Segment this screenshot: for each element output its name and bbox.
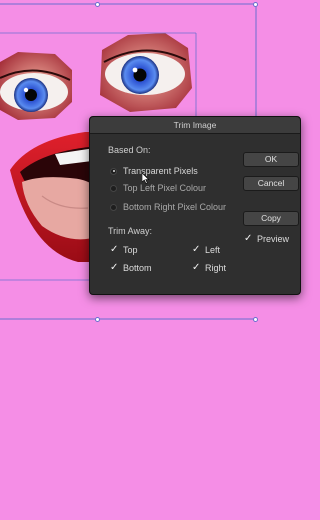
radio-button-selected[interactable] — [110, 167, 117, 175]
option-label: Transparent Pixels — [123, 166, 198, 176]
checkbox-preview[interactable]: ✓ Preview — [244, 234, 290, 245]
ok-button[interactable]: OK — [243, 152, 299, 167]
checkbox-label: Left — [205, 245, 221, 255]
option-top-left-pixel-colour[interactable]: Top Left Pixel Colour — [110, 183, 206, 193]
trim-image-dialog: Trim Image Based On: Transparent Pixels … — [89, 116, 301, 295]
copy-button[interactable]: Copy — [243, 211, 299, 226]
checkmark-icon[interactable]: ✓ — [110, 245, 118, 255]
dialog-title[interactable]: Trim Image — [90, 117, 300, 134]
checkbox-label: Top — [123, 245, 138, 255]
checkbox-label: Right — [205, 263, 227, 273]
option-label: Bottom Right Pixel Colour — [123, 202, 227, 212]
radio-button[interactable] — [110, 184, 117, 192]
checkmark-icon[interactable]: ✓ — [244, 234, 252, 244]
option-transparent-pixels[interactable]: Transparent Pixels — [110, 166, 198, 176]
checkbox-label: Preview — [257, 234, 290, 244]
option-bottom-right-pixel-colour[interactable]: Bottom Right Pixel Colour — [110, 202, 226, 212]
based-on-label: Based On: — [108, 145, 151, 155]
checkbox-top[interactable]: ✓ Top — [110, 245, 138, 256]
radio-button[interactable] — [110, 203, 117, 211]
checkbox-left[interactable]: ✓ Left — [192, 245, 221, 256]
checkbox-bottom[interactable]: ✓ Bottom — [110, 263, 152, 274]
trim-away-label: Trim Away: — [108, 226, 153, 236]
checkbox-right[interactable]: ✓ Right — [192, 263, 227, 274]
option-label: Top Left Pixel Colour — [123, 183, 207, 193]
right-eye-image — [100, 33, 192, 112]
selection-handle-top-right[interactable] — [253, 2, 258, 7]
selection-handle-bottom-right[interactable] — [253, 317, 258, 322]
mouth-image — [10, 132, 100, 262]
checkmark-icon[interactable]: ✓ — [192, 263, 200, 273]
checkbox-label: Bottom — [123, 263, 152, 273]
selection-handle-bottom-center[interactable] — [95, 317, 100, 322]
checkmark-icon[interactable]: ✓ — [110, 263, 118, 273]
checkmark-icon[interactable]: ✓ — [192, 245, 200, 255]
mouse-pointer-icon — [142, 173, 150, 184]
left-eye-image — [0, 52, 72, 120]
cancel-button[interactable]: Cancel — [243, 176, 299, 191]
selection-handle-top-center[interactable] — [95, 2, 100, 7]
